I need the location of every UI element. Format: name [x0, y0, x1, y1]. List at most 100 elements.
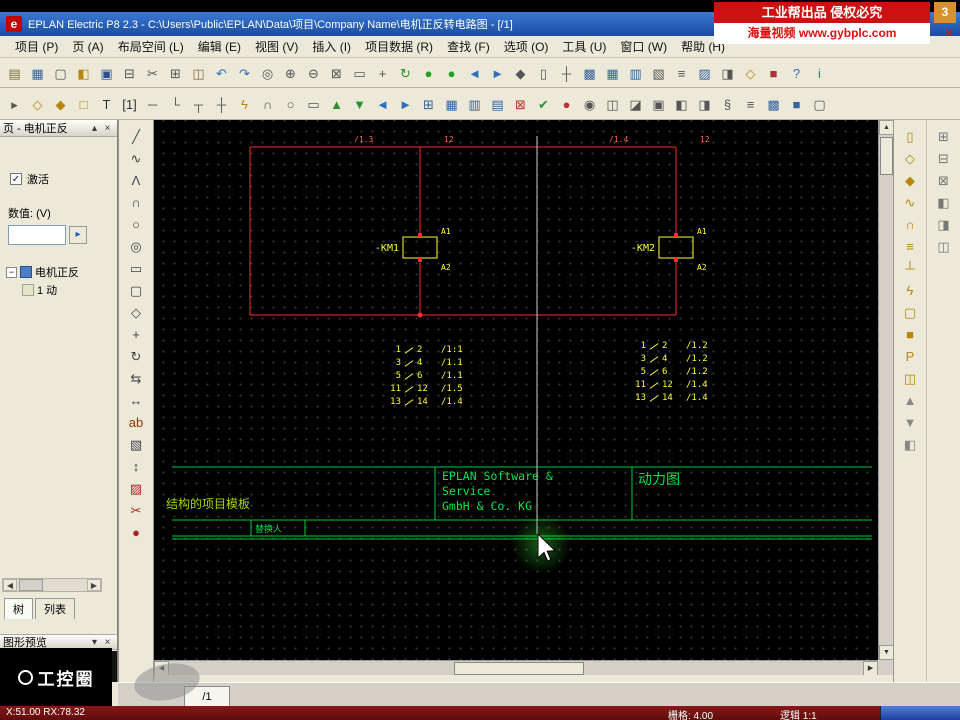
interruption-point-icon[interactable]: ϟ — [900, 280, 921, 300]
panel-h-scrollbar[interactable]: ◀ ▶ — [2, 578, 102, 592]
scroll-down-icon[interactable]: ▼ — [879, 645, 894, 660]
fill-icon[interactable]: ▣ — [648, 94, 669, 114]
apply-button[interactable]: ▸ — [69, 226, 87, 244]
pin-icon[interactable]: ▴ — [88, 123, 101, 134]
plot-icon[interactable]: ■ — [763, 63, 784, 83]
dock-right-icon[interactable]: ◨ — [933, 214, 954, 234]
scroll-right-icon[interactable]: ▶ — [87, 579, 101, 591]
text-tool-icon[interactable]: ab — [126, 412, 147, 432]
mirror-tool-icon[interactable]: ⇆ — [126, 368, 147, 388]
table4-icon[interactable]: ▤ — [487, 94, 508, 114]
report-icon[interactable]: ▥ — [625, 63, 646, 83]
dock-icon[interactable]: ◧ — [900, 434, 921, 454]
close-icon[interactable]: × — [945, 25, 953, 40]
pan-icon[interactable]: + — [372, 63, 393, 83]
menu-item[interactable]: 选项 (O) — [497, 38, 556, 55]
block-icon[interactable]: ■ — [786, 94, 807, 114]
target-icon[interactable]: ◉ — [579, 94, 600, 114]
layers-icon[interactable]: ≡ — [671, 63, 692, 83]
up-icon[interactable]: ▲ — [326, 94, 347, 114]
rect-icon[interactable]: ▭ — [303, 94, 324, 114]
next-page-icon[interactable]: ► — [487, 63, 508, 83]
menu-item[interactable]: 工具 (U) — [555, 38, 613, 55]
layer-indicator[interactable]: [1] — [119, 94, 140, 114]
symbol-icon[interactable]: ◆ — [510, 63, 531, 83]
insert-macro-icon[interactable]: ◆ — [50, 94, 71, 114]
open-icon[interactable]: ◧ — [73, 63, 94, 83]
menu-item[interactable]: 视图 (V) — [248, 38, 305, 55]
paste-icon[interactable]: ◫ — [188, 63, 209, 83]
menu-item[interactable]: 查找 (F) — [440, 38, 497, 55]
stretch-tool-icon[interactable]: ↔ — [126, 390, 147, 410]
page-icon[interactable]: ▤ — [4, 63, 25, 83]
insert-symbol-icon[interactable]: ◇ — [27, 94, 48, 114]
arc-icon[interactable]: ∩ — [257, 94, 278, 114]
insert-box-icon[interactable]: □ — [73, 94, 94, 114]
ellipse-tool-icon[interactable]: ◎ — [126, 236, 147, 256]
canvas-h-scrollbar[interactable]: ◀ ▶ — [154, 660, 878, 676]
tab-tree[interactable]: 树 — [4, 598, 33, 619]
dense-grid-icon[interactable]: ▩ — [763, 94, 784, 114]
scroll-left-icon[interactable]: ◀ — [3, 579, 17, 591]
attrs-icon[interactable]: § — [717, 94, 738, 114]
back-icon[interactable]: ● — [418, 63, 439, 83]
menu-item[interactable]: 窗口 (W) — [613, 38, 674, 55]
connection-icon[interactable]: ┼ — [556, 63, 577, 83]
redraw-icon[interactable]: ↻ — [395, 63, 416, 83]
chevron-down-icon[interactable]: ▾ — [88, 637, 101, 648]
tnode-icon[interactable]: ┬ — [188, 94, 209, 114]
menu-item[interactable]: 页 (A) — [65, 38, 110, 55]
text-icon[interactable]: T — [96, 94, 117, 114]
save-icon[interactable]: ▣ — [96, 63, 117, 83]
window-icon[interactable]: ◨ — [717, 63, 738, 83]
circle-icon[interactable]: ○ — [280, 94, 301, 114]
list-icon[interactable]: ≡ — [740, 94, 761, 114]
new-icon[interactable]: ▢ — [50, 63, 71, 83]
move-tool-icon[interactable]: + — [126, 324, 147, 344]
panel-header[interactable]: 页 - 电机正反 ▴ × — [0, 120, 117, 137]
activate-checkbox[interactable]: ✓ — [10, 173, 22, 185]
circle-tool-icon[interactable]: ○ — [126, 214, 147, 234]
insert-plug-icon[interactable]: ◆ — [900, 170, 921, 190]
copy-icon[interactable]: ⊞ — [165, 63, 186, 83]
corner-icon[interactable]: └ — [165, 94, 186, 114]
dot-tool-icon[interactable]: ● — [126, 522, 147, 542]
canvas-v-scrollbar[interactable]: ▲ ▼ — [878, 120, 894, 660]
menu-item[interactable]: 编辑 (E) — [191, 38, 248, 55]
menu-item[interactable]: 项目 (P) — [8, 38, 65, 55]
down-small-icon[interactable]: ▼ — [900, 412, 921, 432]
up-small-icon[interactable]: ▲ — [900, 390, 921, 410]
parts-icon[interactable]: ▧ — [648, 63, 669, 83]
schematic-canvas[interactable]: -KM1 A1 A2 -KM2 A1 A2 /1.3 12 /1.4 12 EP… — [154, 120, 878, 660]
rounded-rect-tool-icon[interactable]: ▢ — [126, 280, 147, 300]
zoom-window-icon[interactable]: ⊠ — [326, 63, 347, 83]
split-icon[interactable]: ◫ — [602, 94, 623, 114]
navigator-icon[interactable]: ▦ — [27, 63, 48, 83]
record-icon[interactable]: ● — [556, 94, 577, 114]
graphic-icon[interactable]: ▨ — [694, 63, 715, 83]
delete-icon[interactable]: ⊠ — [510, 94, 531, 114]
spline-tool-icon[interactable]: ∿ — [126, 148, 147, 168]
select-icon[interactable]: ▸ — [4, 94, 25, 114]
dock-minus-icon[interactable]: ⊟ — [933, 148, 954, 168]
interruption-icon[interactable]: ϟ — [234, 94, 255, 114]
dock-close-icon[interactable]: ⊠ — [933, 170, 954, 190]
prev-page-icon[interactable]: ◄ — [464, 63, 485, 83]
shade-icon[interactable]: ◪ — [625, 94, 646, 114]
ok-icon[interactable]: ✔ — [533, 94, 554, 114]
potential-icon[interactable]: ┴ — [900, 258, 921, 278]
table-add-icon[interactable]: ⊞ — [418, 94, 439, 114]
insert-shield-icon[interactable]: ∩ — [900, 214, 921, 234]
find-icon[interactable]: ◎ — [257, 63, 278, 83]
polyline-tool-icon[interactable]: Λ — [126, 170, 147, 190]
right-icon[interactable]: ► — [395, 94, 416, 114]
status-input-box[interactable] — [880, 706, 960, 720]
scroll-thumb[interactable] — [19, 579, 43, 591]
rectangle-tool-icon[interactable]: ▭ — [126, 258, 147, 278]
dock-left-icon[interactable]: ◧ — [933, 192, 954, 212]
zoom-in-icon[interactable]: ⊕ — [280, 63, 301, 83]
print-icon[interactable]: ⊟ — [119, 63, 140, 83]
image-tool-icon[interactable]: ▨ — [126, 478, 147, 498]
rotate-tool-icon[interactable]: ↻ — [126, 346, 147, 366]
device-icon[interactable]: ▯ — [533, 63, 554, 83]
